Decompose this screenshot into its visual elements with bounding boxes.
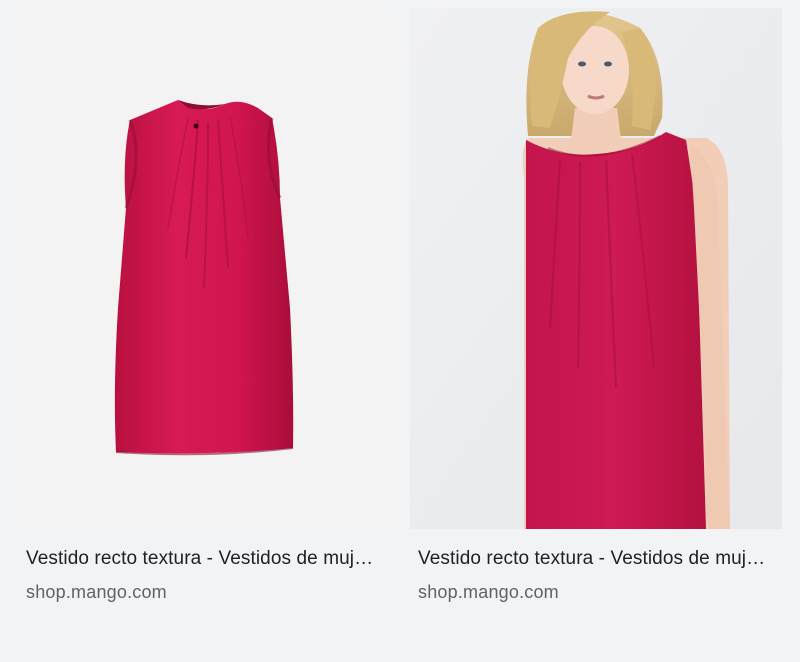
image-result-card[interactable]: Vestido recto textura - Vestidos de muje…: [18, 8, 392, 603]
result-title[interactable]: Vestido recto textura - Vestidos de muje…: [26, 547, 382, 571]
result-title[interactable]: Vestido recto textura - Vestidos de muje…: [418, 547, 774, 571]
dress-product-image: [114, 100, 294, 456]
model-photo: [410, 8, 782, 529]
image-result-card[interactable]: Vestido recto textura - Vestidos de muje…: [410, 8, 782, 603]
result-source[interactable]: shop.mango.com: [418, 581, 782, 603]
result-source[interactable]: shop.mango.com: [26, 581, 392, 603]
result-thumbnail[interactable]: [410, 8, 782, 529]
result-thumbnail[interactable]: [18, 8, 392, 529]
